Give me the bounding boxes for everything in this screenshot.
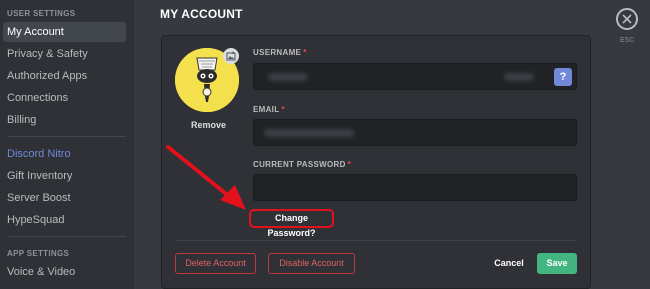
page-title: MY ACCOUNT (160, 7, 243, 21)
help-button[interactable]: ? (554, 68, 572, 86)
sidebar-item-authorized-apps[interactable]: Authorized Apps (3, 66, 126, 86)
required-marker: * (281, 105, 285, 114)
user-settings-header: USER SETTINGS (7, 9, 76, 18)
required-marker: * (303, 48, 307, 57)
sidebar-divider (7, 236, 126, 237)
sidebar-item-gift-inventory[interactable]: Gift Inventory (3, 166, 126, 186)
card-divider (175, 240, 577, 241)
email-input[interactable] (253, 119, 577, 146)
sidebar-divider (7, 136, 126, 137)
redacted-discriminator (504, 73, 534, 81)
close-icon[interactable] (616, 8, 638, 30)
sidebar-item-privacy-safety[interactable]: Privacy & Safety (3, 44, 126, 64)
image-upload-icon[interactable] (223, 48, 239, 64)
settings-sidebar: USER SETTINGS My Account Privacy & Safet… (0, 0, 134, 289)
redacted-username (268, 73, 308, 81)
disable-account-button[interactable]: Disable Account (268, 253, 355, 274)
save-button[interactable]: Save (537, 253, 577, 274)
esc-label: ESC (620, 37, 635, 44)
sidebar-item-billing[interactable]: Billing (3, 110, 126, 130)
sidebar-item-server-boost[interactable]: Server Boost (3, 188, 126, 208)
current-password-label: CURRENT PASSWORD * (253, 160, 351, 169)
app-settings-header: APP SETTINGS (7, 249, 70, 258)
username-label-text: USERNAME (253, 48, 302, 57)
sidebar-item-connections[interactable]: Connections (3, 88, 126, 108)
delete-account-button[interactable]: Delete Account (175, 253, 256, 274)
sidebar-item-discord-nitro[interactable]: Discord Nitro (3, 144, 126, 164)
sidebar-item-hypesquad[interactable]: HypeSquad (3, 210, 126, 230)
redacted-email (264, 129, 354, 137)
cancel-button[interactable]: Cancel (490, 253, 528, 274)
username-input[interactable]: ? (253, 63, 577, 90)
sidebar-item-voice-video[interactable]: Voice & Video (3, 262, 126, 282)
current-password-label-text: CURRENT PASSWORD (253, 160, 346, 169)
remove-avatar-link[interactable]: Remove (191, 120, 226, 130)
change-password-link[interactable]: Change Password? (249, 209, 334, 238)
username-label: USERNAME * (253, 48, 307, 57)
current-password-input[interactable] (253, 174, 577, 201)
email-label: EMAIL * (253, 105, 285, 114)
required-marker: * (347, 160, 352, 169)
sidebar-item-my-account[interactable]: My Account (3, 22, 126, 42)
email-label-text: EMAIL (253, 105, 280, 114)
